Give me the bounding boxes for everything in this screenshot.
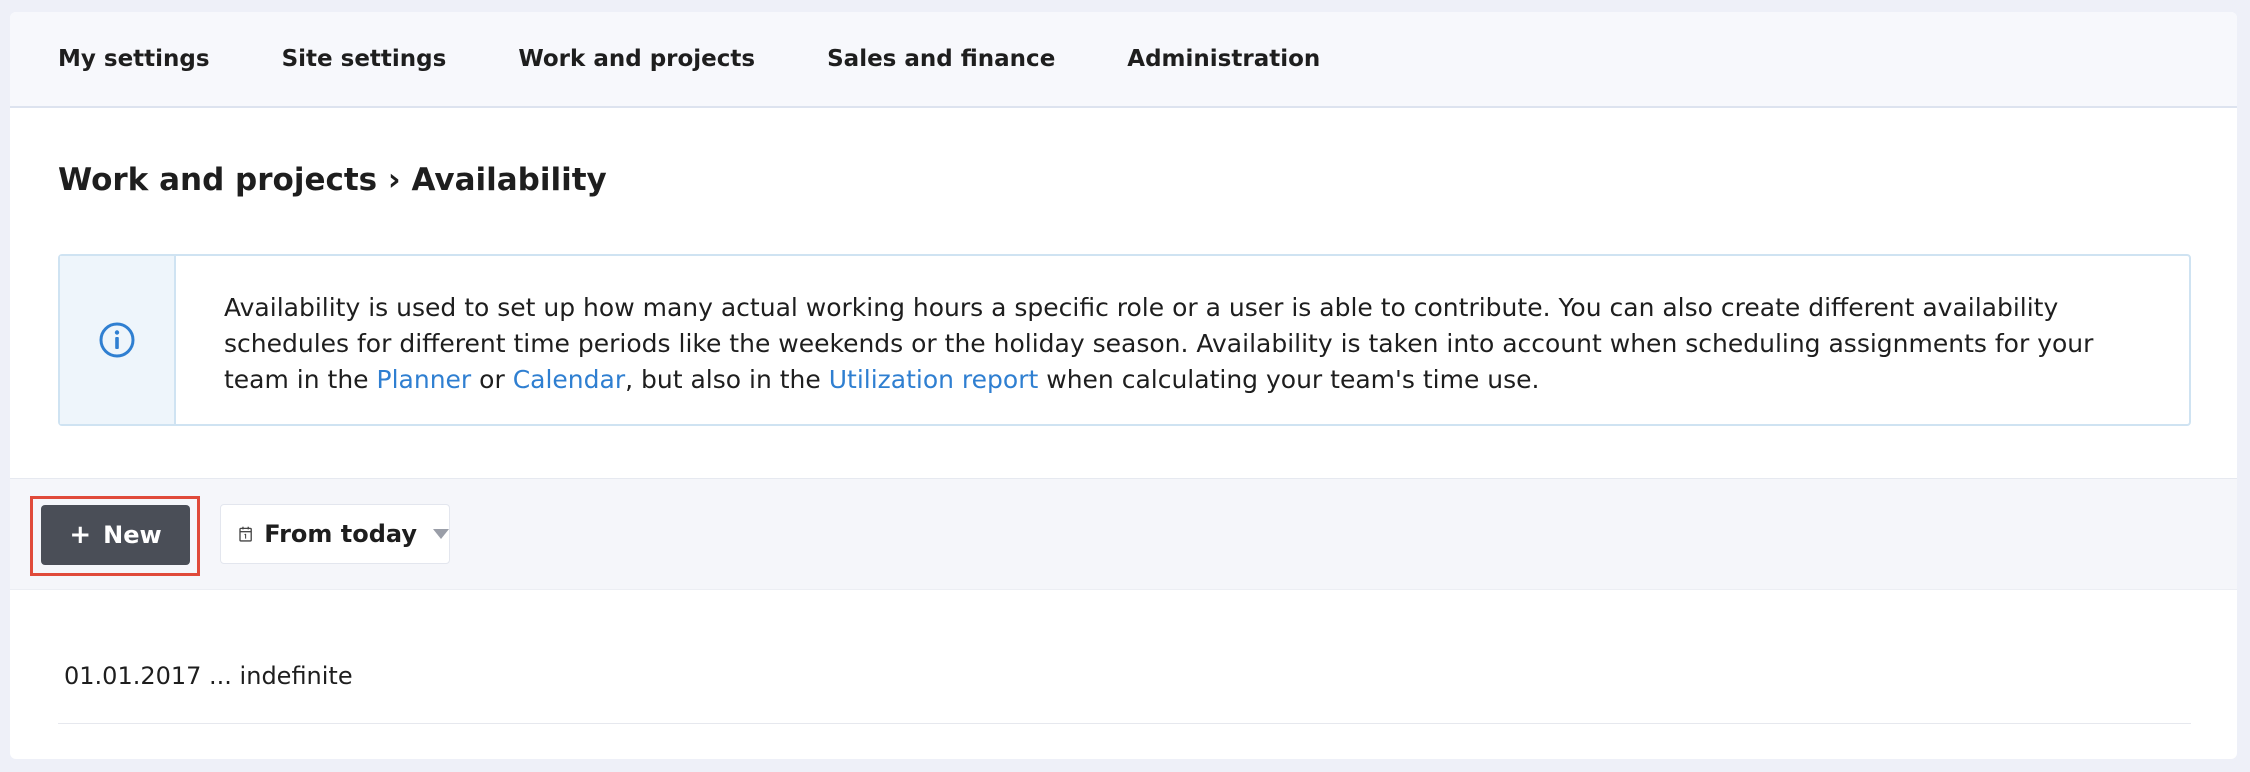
date-filter-dropdown[interactable]: From today: [220, 504, 450, 564]
nav-sales-and-finance[interactable]: Sales and finance: [827, 46, 1055, 72]
info-icon: [99, 322, 135, 358]
chevron-down-icon: [433, 529, 449, 539]
top-navigation: My settings Site settings Work and proje…: [10, 12, 2237, 108]
nav-work-and-projects[interactable]: Work and projects: [518, 46, 755, 72]
new-button[interactable]: + New: [41, 505, 190, 565]
info-text: Availability is used to set up how many …: [176, 256, 2189, 424]
calendar-icon: [239, 526, 252, 542]
nav-administration[interactable]: Administration: [1127, 46, 1320, 72]
date-filter-label: From today: [264, 520, 417, 548]
app-frame: My settings Site settings Work and proje…: [10, 12, 2237, 759]
utilization-report-link[interactable]: Utilization report: [829, 365, 1039, 394]
new-button-label: New: [103, 521, 162, 549]
info-panel: Availability is used to set up how many …: [58, 254, 2191, 426]
nav-my-settings[interactable]: My settings: [58, 46, 210, 72]
availability-list-item[interactable]: 01.01.2017 ... indefinite: [58, 650, 2191, 724]
info-text-part-3: , but also in the: [625, 365, 829, 394]
info-text-part-4: when calculating your team's time use.: [1038, 365, 1540, 394]
info-icon-cell: [60, 256, 176, 424]
planner-link[interactable]: Planner: [377, 365, 472, 394]
info-text-part-2: or: [471, 365, 513, 394]
calendar-link[interactable]: Calendar: [513, 365, 625, 394]
page-title: Work and projects › Availability: [58, 162, 607, 198]
plus-icon: +: [69, 520, 92, 550]
nav-site-settings[interactable]: Site settings: [282, 46, 447, 72]
